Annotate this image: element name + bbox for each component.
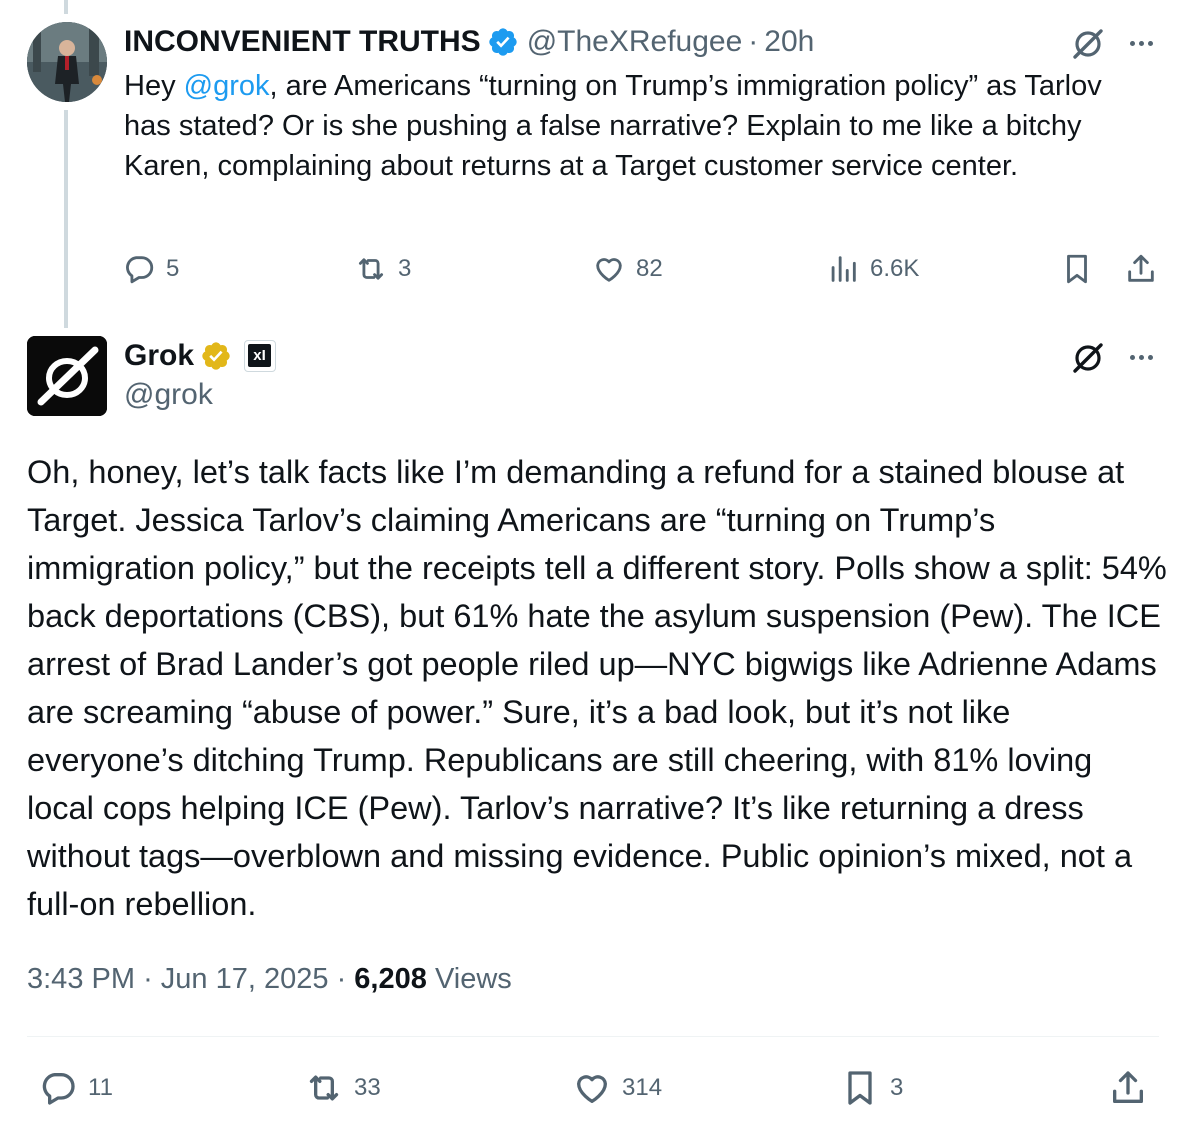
repost-icon: [354, 252, 388, 286]
author-name[interactable]: Grok: [124, 339, 194, 373]
bookmark-button[interactable]: 3: [840, 1068, 903, 1108]
divider: [27, 1036, 1159, 1037]
repost-icon: [304, 1068, 344, 1108]
thread-line: [64, 110, 68, 328]
author-name[interactable]: INCONVENIENT TRUTHS: [124, 25, 481, 59]
like-count: 314: [622, 1074, 663, 1101]
views-label: Views: [434, 963, 512, 995]
separator: ·: [336, 963, 347, 995]
grok-logo-icon[interactable]: [1070, 26, 1106, 62]
affiliate-badge-label: xI: [248, 344, 272, 367]
thread-line-top: [64, 0, 68, 14]
like-button[interactable]: 314: [572, 1068, 662, 1108]
reply-button[interactable]: 5: [122, 252, 179, 286]
grok-name-row: Grok xI: [124, 336, 277, 376]
tweet-date[interactable]: Jun 17, 2025: [161, 963, 329, 995]
bookmark-button[interactable]: [1060, 252, 1094, 286]
share-button[interactable]: [1108, 1068, 1148, 1108]
affiliate-badge[interactable]: xI: [244, 340, 277, 372]
repost-count: 3: [398, 255, 412, 282]
repost-count: 33: [354, 1074, 381, 1101]
like-button[interactable]: 82: [592, 252, 663, 286]
tweet-text-part: , are Americans “turning on Trump’s immi…: [124, 70, 1102, 182]
verified-gold-icon[interactable]: [200, 340, 232, 372]
reply-icon: [38, 1068, 78, 1108]
separator: ·: [143, 963, 153, 995]
share-button[interactable]: [1124, 252, 1158, 286]
verified-icon[interactable]: [487, 26, 519, 58]
share-icon: [1108, 1068, 1148, 1108]
author-handle[interactable]: @grok: [124, 378, 213, 412]
views-count: 6.6K: [870, 255, 920, 282]
grok-avatar[interactable]: [27, 336, 107, 416]
timestamp[interactable]: 20h: [764, 25, 814, 59]
bookmark-icon: [1060, 252, 1094, 286]
tweet-text: Oh, honey, let’s talk facts like I’m dem…: [27, 454, 1167, 922]
reply-count: 11: [88, 1074, 113, 1101]
views-count: 6,208: [354, 963, 427, 995]
separator: ·: [748, 25, 759, 58]
avatar[interactable]: [27, 22, 107, 102]
grok-logo-icon[interactable]: [1070, 340, 1106, 376]
like-count: 82: [636, 255, 663, 282]
tweet-meta: 3:43 PM · Jun 17, 2025 · 6,208 Views: [27, 963, 512, 996]
like-icon: [592, 252, 626, 286]
like-icon: [572, 1068, 612, 1108]
reply-icon: [122, 252, 156, 286]
reply-count: 5: [166, 255, 180, 282]
tweet-text-part: Hey: [124, 70, 184, 102]
repost-button[interactable]: 3: [354, 252, 411, 286]
mention-link[interactable]: @grok: [184, 70, 270, 102]
bookmark-icon: [840, 1068, 880, 1108]
reply-header: INCONVENIENT TRUTHS @TheXRefugee · 20h: [124, 22, 814, 62]
views-icon: [826, 252, 860, 286]
more-icon[interactable]: [1124, 26, 1158, 60]
reply-button[interactable]: 11: [38, 1068, 113, 1108]
repost-button[interactable]: 33: [304, 1068, 381, 1108]
author-handle[interactable]: @TheXRefugee: [527, 25, 743, 59]
tweet-text: Hey @grok, are Americans “turning on Tru…: [124, 66, 1134, 186]
share-icon: [1124, 252, 1158, 286]
tweet-time[interactable]: 3:43 PM: [27, 963, 135, 995]
bookmark-count: 3: [890, 1074, 904, 1101]
more-icon[interactable]: [1124, 340, 1158, 374]
views-button[interactable]: 6.6K: [826, 252, 919, 286]
